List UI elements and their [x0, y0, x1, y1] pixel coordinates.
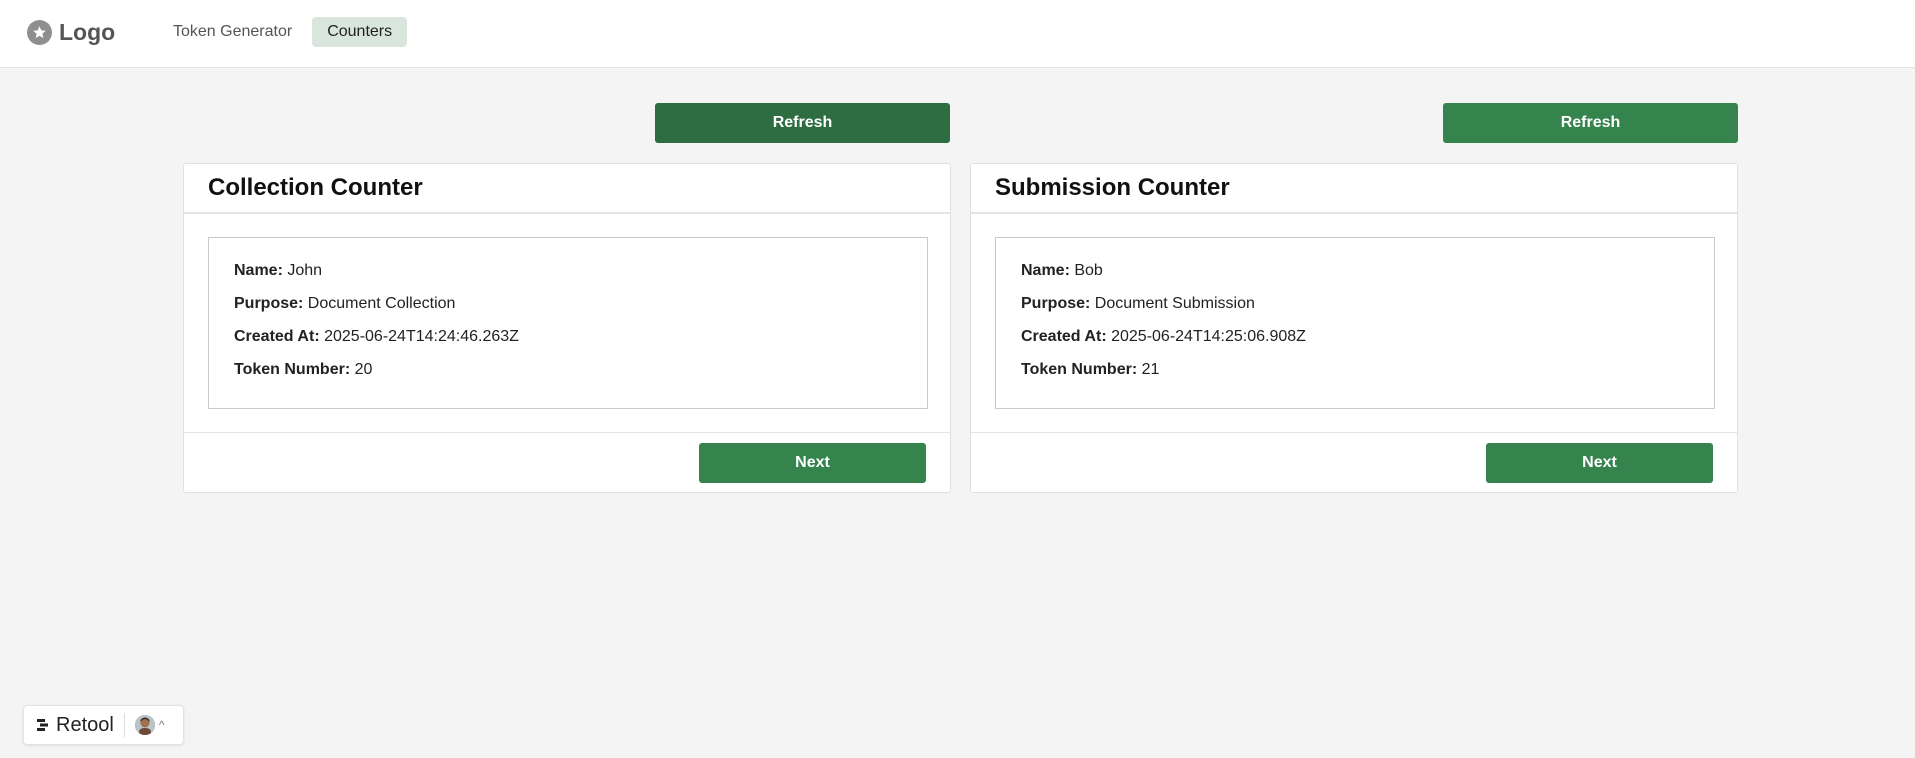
tab-counters[interactable]: Counters: [312, 17, 408, 47]
purpose-value: Document Submission: [1094, 295, 1255, 312]
tab-token-generator[interactable]: Token Generator: [158, 17, 307, 47]
collection-refresh-button[interactable]: Refresh: [655, 103, 950, 143]
token-number-value: 21: [1141, 361, 1160, 378]
app-logo[interactable]: Logo: [27, 19, 115, 45]
purpose-label: Purpose:: [1021, 295, 1091, 312]
top-navigation-bar: Logo Token Generator Counters: [0, 0, 1915, 68]
created-at-row: Created At: 2025-06-24T14:24:46.263Z: [234, 327, 902, 360]
token-number-row: Token Number: 20: [234, 360, 902, 393]
card-header: Submission Counter: [971, 164, 1737, 214]
divider: [123, 713, 125, 737]
token-info-box: Name: Bob Purpose: Document Submission C…: [995, 237, 1715, 409]
purpose-row: Purpose: Document Collection: [234, 294, 902, 327]
retool-badge[interactable]: Retool ^: [23, 705, 184, 745]
token-number-row: Token Number: 21: [1021, 360, 1689, 393]
name-label: Name:: [1021, 262, 1070, 279]
purpose-label: Purpose:: [234, 295, 304, 312]
card-header: Collection Counter: [184, 164, 950, 214]
retool-logo-icon: [37, 719, 48, 731]
submission-refresh-button[interactable]: Refresh: [1443, 103, 1738, 143]
token-info-box: Name: John Purpose: Document Collection …: [208, 237, 928, 409]
name-value: Bob: [1074, 262, 1103, 279]
name-row: Name: John: [234, 261, 902, 294]
chevron-up-icon[interactable]: ^: [159, 718, 165, 732]
name-value: John: [287, 262, 323, 279]
name-label: Name:: [234, 262, 283, 279]
card-title: Collection Counter: [208, 174, 423, 201]
card-footer: [971, 432, 1737, 433]
logo-text: Logo: [59, 18, 116, 45]
token-number-label: Token Number:: [1021, 361, 1138, 378]
card-title: Submission Counter: [995, 174, 1230, 201]
created-at-label: Created At:: [234, 328, 320, 345]
star-icon: [27, 19, 52, 45]
retool-label: Retool: [56, 713, 114, 736]
nav-tabs: Token Generator Counters: [158, 17, 412, 47]
submission-next-button[interactable]: Next: [1486, 443, 1713, 483]
submission-counter-card: Submission Counter Name: Bob Purpose: Do…: [970, 163, 1738, 493]
created-at-row: Created At: 2025-06-24T14:25:06.908Z: [1021, 327, 1689, 360]
created-at-value: 2025-06-24T14:24:46.263Z: [324, 328, 519, 345]
token-number-label: Token Number:: [234, 361, 351, 378]
name-row: Name: Bob: [1021, 261, 1689, 294]
card-footer: [184, 432, 950, 433]
created-at-value: 2025-06-24T14:25:06.908Z: [1111, 328, 1306, 345]
collection-counter-card: Collection Counter Name: John Purpose: D…: [183, 163, 951, 493]
purpose-value: Document Collection: [307, 295, 456, 312]
created-at-label: Created At:: [1021, 328, 1107, 345]
collection-next-button[interactable]: Next: [699, 443, 926, 483]
user-avatar[interactable]: [134, 715, 155, 735]
purpose-row: Purpose: Document Submission: [1021, 294, 1689, 327]
token-number-value: 20: [354, 361, 373, 378]
